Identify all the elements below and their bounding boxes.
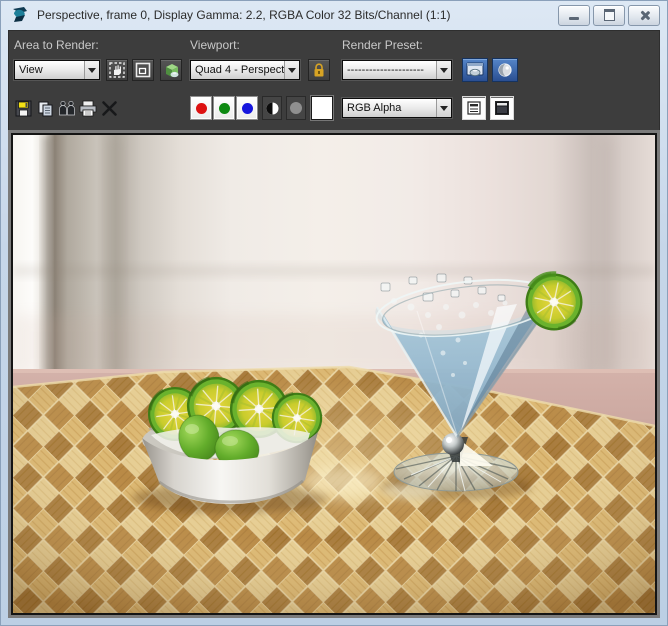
chevron-down-icon [284,61,299,79]
chevron-down-icon [436,61,451,79]
channel-display-value: RGB Alpha [343,102,436,114]
render-setup-button[interactable] [462,58,488,82]
copy-pages-icon [37,100,54,117]
save-image-button[interactable] [13,98,33,118]
lock-to-viewport-button[interactable] [308,59,330,81]
padlock-icon [312,63,326,78]
green-cube-teapot-icon [163,62,180,79]
two-figures-icon [58,100,76,117]
chevron-down-icon [84,61,99,79]
blue-channel-button[interactable] [236,96,258,120]
close-button[interactable] [628,5,660,26]
alpha-channel-button[interactable] [286,96,306,120]
red-dot-icon [196,103,207,114]
area-to-render-dropdown[interactable]: View [14,60,100,80]
green-dot-icon [219,103,230,114]
viewport-dropdown[interactable]: Quad 4 - Perspect [190,60,300,80]
rendered-frame-window: Perspective, frame 0, Display Gamma: 2.2… [0,0,668,626]
minimize-button[interactable] [558,5,590,26]
auto-region-selected-button[interactable] [132,59,154,81]
edit-region-button[interactable] [106,59,128,81]
x-delete-icon [101,100,118,117]
minimize-icon [569,17,579,20]
titlebar[interactable]: Perspective, frame 0, Display Gamma: 2.2… [0,0,668,30]
environment-sphere-icon [497,62,513,78]
render-setup-dialog-icon [466,62,484,78]
environment-effects-button[interactable] [492,58,518,82]
monochrome-button[interactable] [262,96,282,120]
stacked-windows-icon [466,100,482,116]
render-preset-value: --------------------- [343,64,436,76]
rendered-image [11,133,657,615]
window-title: Perspective, frame 0, Display Gamma: 2.2… [37,8,558,22]
window-controls [558,5,660,26]
red-channel-button[interactable] [190,96,212,120]
chevron-down-icon [436,99,451,117]
copy-image-button[interactable] [35,98,55,118]
3ds-max-logo-icon [10,5,30,25]
green-channel-button[interactable] [213,96,235,120]
render-preset-label: Render Preset: [342,38,423,52]
rfw-toolbar: Area to Render: View [8,30,660,130]
hand-in-marquee-icon [109,62,125,78]
half-moon-icon [266,102,279,115]
framed-window-icon [494,100,510,116]
maximize-button[interactable] [593,5,625,26]
printer-icon [79,100,97,117]
render-preset-dropdown[interactable]: --------------------- [342,60,452,80]
blue-dot-icon [242,103,253,114]
maximize-icon [604,9,615,21]
curtain-background [13,135,655,375]
light-pool [301,466,385,498]
region-marquee-icon [135,62,151,78]
toggle-overlays-button[interactable] [462,96,486,120]
viewport-value: Quad 4 - Perspect [191,64,284,76]
area-to-render-label: Area to Render: [14,38,99,52]
print-image-button[interactable] [78,98,98,118]
lime-bowl [141,374,326,504]
render-frame [8,130,660,618]
area-to-render-value: View [15,64,84,76]
floppy-disk-icon [15,100,32,117]
background-color-swatch[interactable] [311,96,333,120]
viewport-label: Viewport: [190,38,240,52]
channel-display-dropdown[interactable]: RGB Alpha [342,98,452,118]
alpha-dot-icon [290,102,302,114]
clone-rendered-frame-button[interactable] [57,98,77,118]
close-icon [639,10,650,21]
render-mode-button[interactable] [160,59,182,81]
app-area: Area to Render: View [8,30,660,618]
stem-knot [442,433,464,455]
toggle-ui-button[interactable] [490,96,514,120]
clear-button[interactable] [99,98,119,118]
